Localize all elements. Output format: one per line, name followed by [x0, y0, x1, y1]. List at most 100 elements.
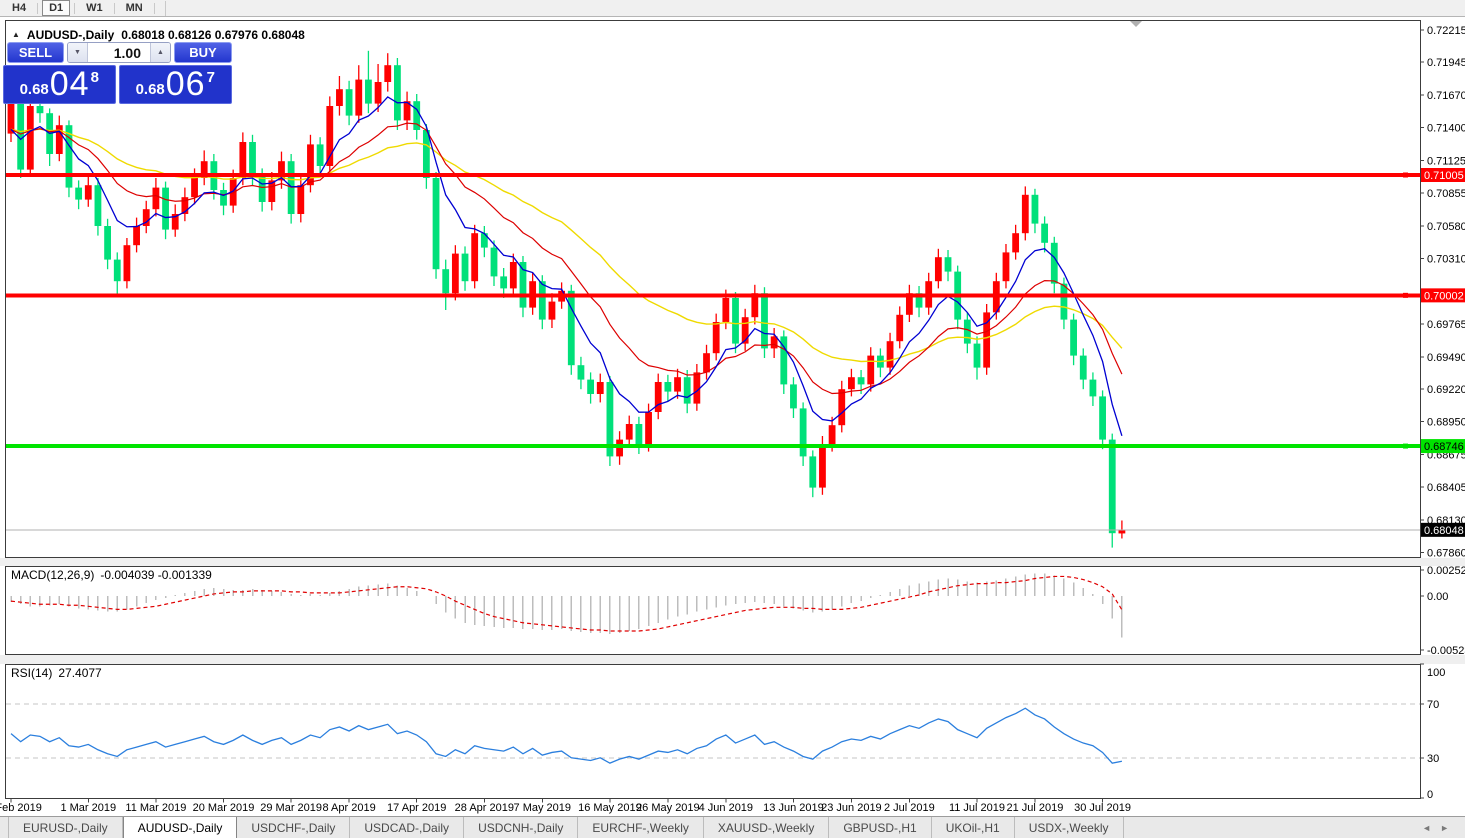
svg-text:28 Apr 2019: 28 Apr 2019 — [455, 802, 514, 814]
hline-handle[interactable] — [1403, 173, 1408, 178]
symbol-tab-xauusd-weekly[interactable]: XAUUSD-,Weekly — [704, 817, 829, 838]
svg-text:0.67860: 0.67860 — [1427, 547, 1465, 559]
svg-text:0.68746: 0.68746 — [1424, 441, 1464, 453]
rsi-value: 27.4077 — [58, 666, 101, 680]
svg-text:11 Mar 2019: 11 Mar 2019 — [125, 802, 186, 814]
volume-decrease-button[interactable]: ▼ — [68, 43, 88, 62]
symbol-tab-usdx-weekly[interactable]: USDX-,Weekly — [1015, 817, 1124, 838]
svg-text:0.70580: 0.70580 — [1427, 221, 1465, 233]
symbol-tab-eurusd-daily[interactable]: EURUSD-,Daily — [8, 817, 123, 838]
terminal-window: 0.72215 0.71945 0.71670 0.71400 0.71125 0.708… — [0, 0, 1465, 838]
svg-text:0.70855: 0.70855 — [1427, 188, 1465, 200]
timeframe-button-h4[interactable]: H4 — [5, 0, 33, 16]
svg-text:16 May 2019: 16 May 2019 — [578, 802, 642, 814]
svg-text:30 Jul 2019: 30 Jul 2019 — [1074, 802, 1131, 814]
tab-scroll-arrows: ◄► — [1422, 817, 1465, 838]
svg-text:20 Mar 2019: 20 Mar 2019 — [193, 802, 255, 814]
sell-price-big: 04 — [50, 68, 90, 101]
symbol-tab-usdcad-daily[interactable]: USDCAD-,Daily — [350, 817, 464, 838]
one-click-trade-panel: SELL ▼ 1.00 ▲ BUY 0.68 04 8 0.68 06 7 — [3, 42, 232, 104]
volume-stepper: ▼ 1.00 ▲ — [67, 42, 171, 63]
macd-panel[interactable] — [11, 573, 1122, 637]
svg-text:0.71125: 0.71125 — [1427, 156, 1465, 168]
symbol-tab-usdcnh-daily[interactable]: USDCNH-,Daily — [464, 817, 578, 838]
toolbar-separator — [37, 3, 38, 14]
svg-text:0.69765: 0.69765 — [1427, 319, 1465, 331]
tab-scroll-right-icon[interactable]: ► — [1440, 823, 1449, 833]
svg-text:0.002522: 0.002522 — [1427, 565, 1465, 577]
autoscroll-marker-icon[interactable] — [1130, 21, 1142, 27]
svg-text:0.68048: 0.68048 — [1424, 525, 1464, 537]
timeframe-button-mn[interactable]: MN — [119, 0, 150, 16]
svg-text:23 Jun 2019: 23 Jun 2019 — [821, 802, 882, 814]
rsi-axis[interactable]: 10070300 — [1420, 664, 1445, 801]
rsi-name: RSI(14) — [11, 666, 52, 680]
svg-text:0.68405: 0.68405 — [1427, 482, 1465, 494]
svg-text:0.72215: 0.72215 — [1427, 25, 1465, 37]
svg-text:13 Jun 2019: 13 Jun 2019 — [763, 802, 824, 814]
svg-text:0.69490: 0.69490 — [1427, 352, 1465, 364]
svg-text:0.70002: 0.70002 — [1424, 290, 1464, 302]
buy-price-base: 0.68 — [136, 81, 165, 98]
symbol-tab-eurchf-weekly[interactable]: EURCHF-,Weekly — [578, 817, 703, 838]
svg-text:0: 0 — [1427, 789, 1433, 801]
buy-price-big: 06 — [166, 68, 206, 101]
svg-text:20 Feb 2019: 20 Feb 2019 — [0, 802, 42, 814]
volume-input[interactable]: 1.00 — [88, 43, 150, 62]
svg-text:0.71670: 0.71670 — [1427, 90, 1465, 102]
rsi-panel[interactable] — [6, 704, 1420, 763]
buy-button[interactable]: BUY — [174, 42, 232, 63]
timeframe-toolbar: H4 D1 W1 MN — [0, 0, 1465, 17]
svg-text:21 Jul 2019: 21 Jul 2019 — [1007, 802, 1064, 814]
rsi-indicator-label: RSI(14) 27.4077 — [11, 666, 102, 680]
svg-text:0.71005: 0.71005 — [1424, 170, 1464, 182]
svg-text:0.71945: 0.71945 — [1427, 57, 1465, 69]
moving-average-lines — [11, 97, 1122, 436]
timeframe-button-w1[interactable]: W1 — [79, 0, 110, 16]
panel-splitters[interactable] — [0, 558, 1465, 664]
toolbar-separator — [154, 3, 155, 14]
macd-indicator-label: MACD(12,26,9) -0.004039 -0.001339 — [11, 568, 212, 582]
svg-text:2 Jul 2019: 2 Jul 2019 — [884, 802, 935, 814]
collapse-panel-icon[interactable]: ▲ — [12, 30, 20, 39]
volume-increase-button[interactable]: ▲ — [150, 43, 170, 62]
svg-text:0.70310: 0.70310 — [1427, 253, 1465, 265]
symbol-tabbar: EURUSD-,DailyAUDUSD-,DailyUSDCHF-,DailyU… — [0, 816, 1465, 838]
symbol-tab-ukoil-h1[interactable]: UKOil-,H1 — [932, 817, 1015, 838]
chart-ohlc-title: ▲ AUDUSD-,Daily 0.68018 0.68126 0.67976 0.… — [12, 28, 305, 42]
sell-price-display[interactable]: 0.68 04 8 — [3, 65, 116, 104]
svg-text:30: 30 — [1427, 753, 1439, 765]
svg-text:100: 100 — [1427, 667, 1445, 679]
ohlc-values: 0.68018 0.68126 0.67976 0.68048 — [121, 28, 305, 42]
toolbar-separator — [74, 3, 75, 14]
symbol-tab-gbpusd-h1[interactable]: GBPUSD-,H1 — [829, 817, 931, 838]
buy-price-display[interactable]: 0.68 06 7 — [119, 65, 233, 104]
svg-text:17 Apr 2019: 17 Apr 2019 — [387, 802, 446, 814]
macd-name: MACD(12,26,9) — [11, 568, 94, 582]
buy-price-pip: 7 — [207, 69, 215, 86]
svg-text:0.68950: 0.68950 — [1427, 417, 1465, 429]
hline-handle[interactable] — [1403, 293, 1408, 298]
sell-price-pip: 8 — [91, 69, 99, 86]
macd-values: -0.004039 -0.001339 — [100, 568, 211, 582]
svg-text:7 May 2019: 7 May 2019 — [514, 802, 571, 814]
svg-text:0.69220: 0.69220 — [1427, 384, 1465, 396]
symbol-tab-usdchf-daily[interactable]: USDCHF-,Daily — [237, 817, 350, 838]
date-axis[interactable]: 20 Feb 20191 Mar 201911 Mar 201920 Mar 2… — [0, 799, 1131, 815]
symbol-period-label: AUDUSD-,Daily — [27, 28, 114, 42]
timeframe-button-d1[interactable]: D1 — [42, 0, 70, 16]
symbol-tab-audusd-daily[interactable]: AUDUSD-,Daily — [123, 817, 238, 838]
price-axis[interactable]: 0.72215 0.71945 0.71670 0.71400 0.71125 0.708… — [1420, 25, 1465, 560]
svg-text:11 Jul 2019: 11 Jul 2019 — [949, 802, 1005, 814]
tab-scroll-left-icon[interactable]: ◄ — [1422, 823, 1431, 833]
panel-frames — [6, 21, 1421, 799]
svg-text:0.71400: 0.71400 — [1427, 123, 1465, 135]
sell-price-base: 0.68 — [20, 81, 49, 98]
svg-text:8 Apr 2019: 8 Apr 2019 — [322, 802, 375, 814]
macd-axis[interactable]: 0.0025220.00-0.005234 — [1420, 565, 1465, 657]
chart-canvas[interactable]: 0.72215 0.71945 0.71670 0.71400 0.71125 0.708… — [0, 0, 1465, 838]
hline-handle[interactable] — [1403, 444, 1408, 449]
sell-button[interactable]: SELL — [7, 42, 64, 63]
horizontal-line-objects[interactable] — [6, 173, 1420, 449]
toolbar-group-separator — [165, 1, 166, 16]
